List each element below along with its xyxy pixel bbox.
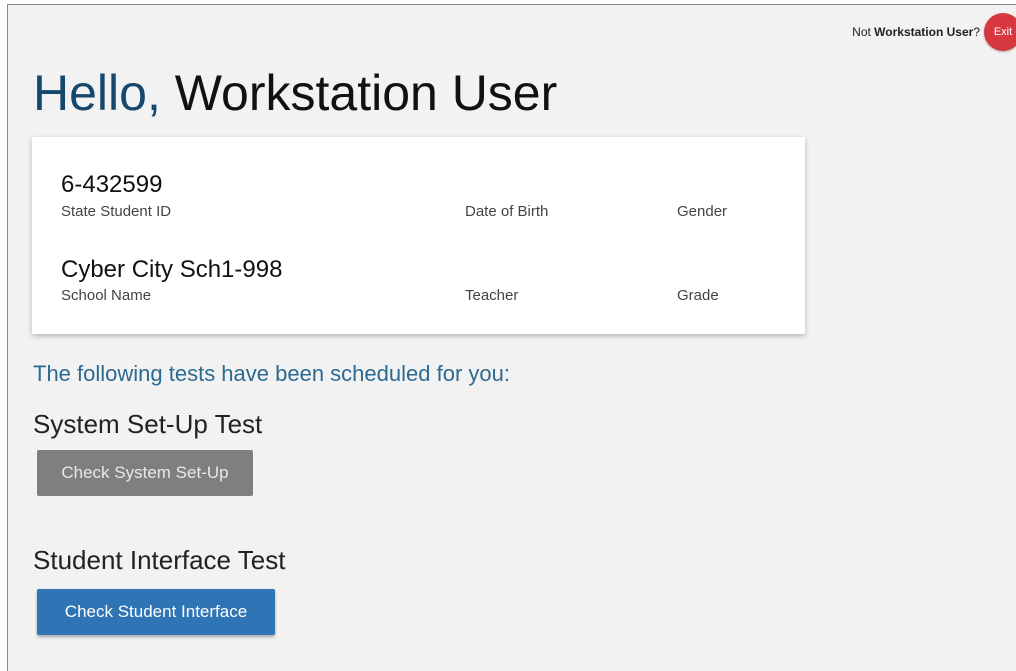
main-panel: Not Workstation User? Exit Hello, Workst… (7, 4, 1016, 671)
school-name-value: Cyber City Sch1-998 (61, 256, 283, 283)
gender-label: Gender (677, 203, 728, 220)
check-system-setup-button[interactable]: Check System Set-Up (37, 450, 253, 496)
dob-label: Date of Birth (465, 203, 549, 220)
student-id-label: State Student ID (61, 203, 172, 220)
student-id-value: 6-432599 (61, 171, 163, 198)
check-student-interface-button[interactable]: Check Student Interface (37, 589, 275, 635)
user-bar: Not Workstation User? Exit (852, 13, 1016, 51)
current-user-name: Workstation User (874, 25, 974, 39)
student-info-card: 6-432599 State Student ID Date of Birth … (32, 137, 805, 334)
student-interface-test-heading: Student Interface Test (33, 545, 286, 575)
school-name-label: School Name (61, 287, 152, 304)
question-mark: ? (973, 25, 980, 39)
not-prefix: Not (852, 25, 875, 39)
exit-button[interactable]: Exit (984, 13, 1016, 51)
teacher-label: Teacher (465, 287, 519, 304)
greeting-hello: Hello, (33, 65, 161, 121)
greeting-user-name: Workstation User (174, 65, 558, 121)
not-user-link[interactable]: Not Workstation User? (852, 25, 980, 39)
scheduled-tests-heading: The following tests have been scheduled … (33, 361, 510, 386)
greeting-title: Hello, Workstation User (33, 61, 557, 125)
system-setup-test-heading: System Set-Up Test (33, 409, 263, 439)
grade-label: Grade (677, 287, 719, 304)
